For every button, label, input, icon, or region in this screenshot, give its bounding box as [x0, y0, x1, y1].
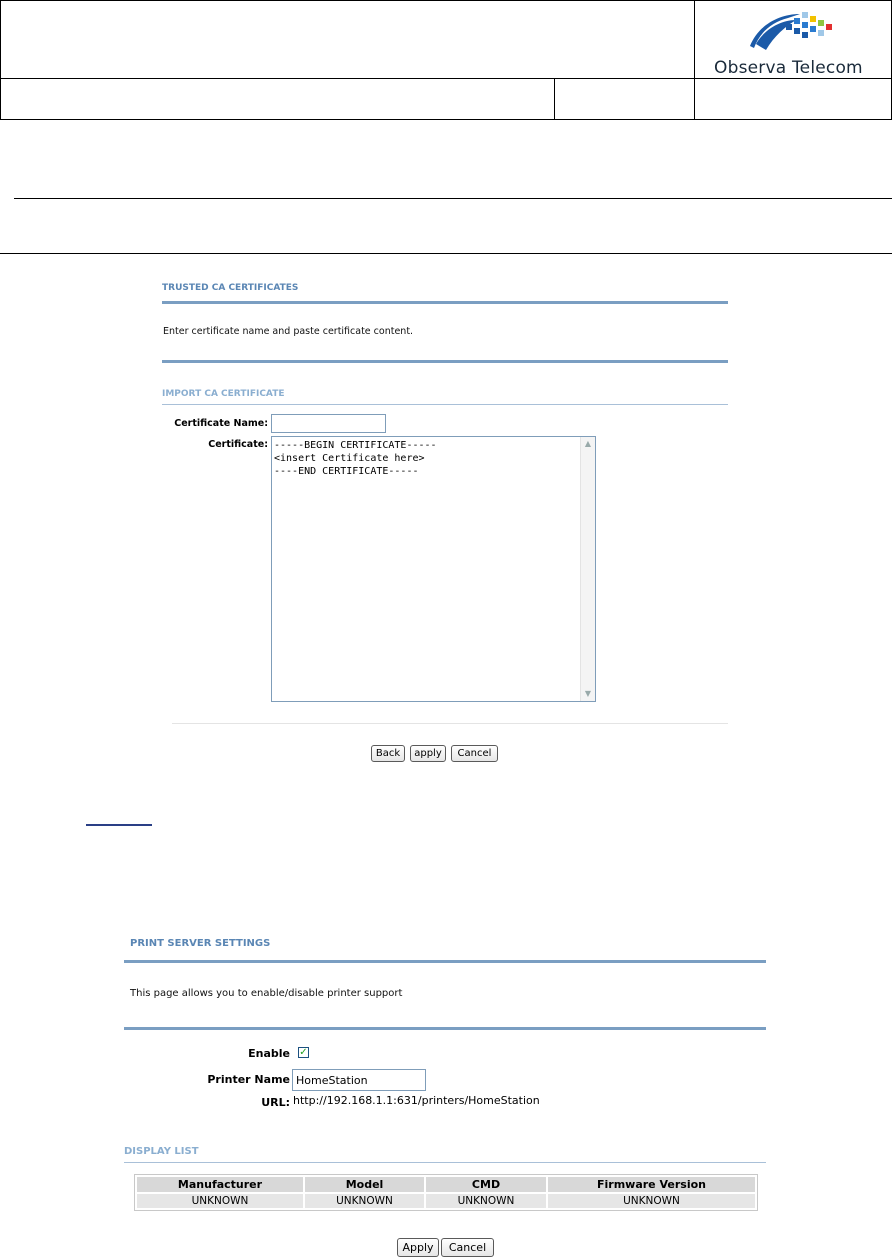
printer-url: http://192.168.1.1:631/printers/HomeStat… [293, 1094, 540, 1107]
print-server-title: PRINT SERVER SETTINGS [130, 938, 271, 949]
printer-name-input[interactable] [292, 1069, 426, 1091]
table-header-row: Manufacturer Model CMD Firmware Version [137, 1177, 755, 1192]
scroll-down-icon[interactable]: ▼ [581, 687, 595, 701]
enable-label: Enable [248, 1047, 290, 1060]
cell-cmd: UNKNOWN [426, 1194, 546, 1208]
cell-firmware-version: UNKNOWN [548, 1194, 755, 1208]
print-apply-button[interactable]: Apply [397, 1238, 439, 1257]
page-rule-bottom [0, 253, 892, 254]
enable-checkbox[interactable]: ✓ [298, 1047, 309, 1058]
logo-eye-icon [750, 12, 832, 50]
scroll-up-icon[interactable]: ▲ [581, 437, 595, 451]
trusted-ca-footer-rule [172, 723, 728, 724]
column-header-cmd: CMD [426, 1177, 546, 1192]
certificate-textarea[interactable]: -----BEGIN CERTIFICATE----- <insert Cert… [271, 436, 596, 702]
certificate-scrollbar[interactable]: ▲ ▼ [580, 437, 595, 701]
url-label: URL: [261, 1096, 290, 1109]
table-row: UNKNOWN UNKNOWN UNKNOWN UNKNOWN [137, 1194, 755, 1208]
document-underline [86, 824, 152, 826]
column-header-model: Model [305, 1177, 424, 1192]
certificate-name-input[interactable] [271, 414, 386, 433]
trusted-ca-description: Enter certificate name and paste certifi… [163, 326, 414, 337]
printer-name-label: Printer Name [207, 1073, 290, 1086]
import-ca-title: IMPORT CA CERTIFICATE [162, 389, 285, 399]
print-cancel-button[interactable]: Cancel [441, 1238, 494, 1257]
trusted-ca-rule-2 [162, 360, 728, 363]
print-server-description: This page allows you to enable/disable p… [130, 988, 403, 999]
cancel-button[interactable]: Cancel [451, 745, 498, 762]
column-header-firmware-version: Firmware Version [548, 1177, 755, 1192]
printer-list-table: Manufacturer Model CMD Firmware Version … [134, 1174, 758, 1211]
column-header-manufacturer: Manufacturer [137, 1177, 303, 1192]
certificate-text: -----BEGIN CERTIFICATE----- <insert Cert… [274, 440, 437, 477]
trusted-ca-rule [162, 301, 728, 304]
logo-text: Observa Telecom [714, 58, 863, 78]
trusted-ca-title: TRUSTED CA CERTIFICATES [162, 283, 299, 293]
display-list-title: DISPLAY LIST [124, 1146, 199, 1157]
apply-button[interactable]: apply [410, 745, 446, 762]
company-logo: Observa Telecom [700, 6, 886, 78]
import-ca-rule [162, 404, 728, 405]
certificate-label: Certificate: [208, 439, 268, 450]
display-list-rule [124, 1162, 766, 1163]
back-button[interactable]: Back [371, 745, 405, 762]
print-server-rule-2 [124, 1027, 766, 1030]
cell-manufacturer: UNKNOWN [137, 1194, 303, 1208]
certificate-name-label: Certificate Name: [174, 418, 268, 429]
print-server-rule [124, 960, 766, 963]
cell-model: UNKNOWN [305, 1194, 424, 1208]
page-rule-top [14, 198, 892, 199]
